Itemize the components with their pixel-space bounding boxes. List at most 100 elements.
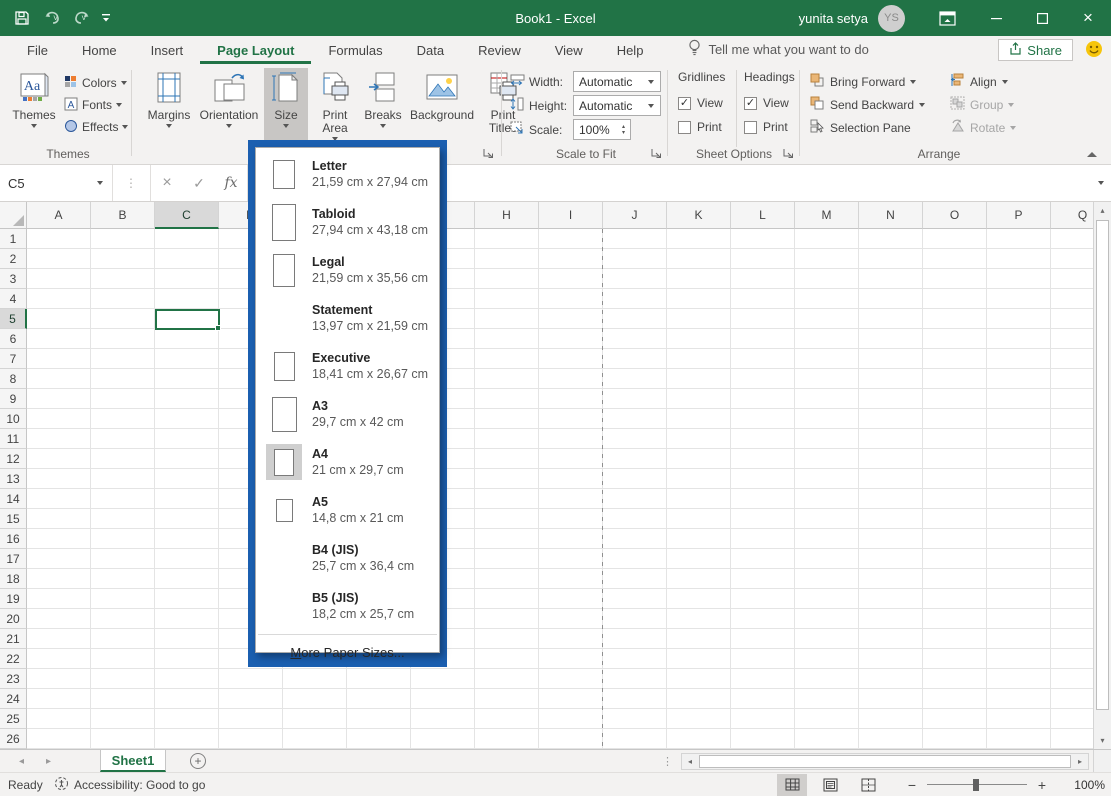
bring-forward-button[interactable]: Bring Forward bbox=[810, 70, 926, 93]
accessibility-status[interactable]: Accessibility: Good to go bbox=[54, 776, 205, 794]
tab-insert[interactable]: Insert bbox=[134, 38, 201, 64]
orientation-button[interactable]: Orientation bbox=[196, 68, 262, 146]
row-header-11[interactable]: 11 bbox=[0, 429, 27, 449]
expand-formula-bar-icon[interactable] bbox=[1091, 165, 1111, 201]
name-box[interactable]: C5 bbox=[0, 165, 113, 201]
column-header-L[interactable]: L bbox=[731, 202, 795, 229]
sheet-tab-sheet1[interactable]: Sheet1 bbox=[100, 750, 166, 772]
column-header-A[interactable]: A bbox=[27, 202, 91, 229]
user-avatar[interactable]: YS bbox=[878, 5, 905, 32]
row-header-16[interactable]: 16 bbox=[0, 529, 27, 549]
row-header-26[interactable]: 26 bbox=[0, 729, 27, 749]
group-button[interactable]: Group bbox=[950, 93, 1017, 116]
fonts-button[interactable]: A Fonts bbox=[64, 94, 129, 116]
zoom-percentage[interactable]: 100% bbox=[1059, 778, 1105, 792]
gridlines-print-checkbox[interactable]: Print bbox=[678, 115, 740, 139]
print-area-button[interactable]: Print Area bbox=[310, 68, 360, 146]
vertical-scrollbar[interactable]: ▴ ▾ bbox=[1093, 202, 1111, 749]
paper-size-item-tabloid[interactable]: Tabloid27,94 cm x 43,18 cm bbox=[256, 198, 439, 246]
close-button[interactable]: × bbox=[1065, 0, 1111, 36]
rotate-button[interactable]: Rotate bbox=[950, 116, 1017, 139]
headings-print-checkbox[interactable]: Print bbox=[744, 115, 806, 139]
colors-button[interactable]: Colors bbox=[64, 72, 129, 94]
paper-size-item-statement[interactable]: Statement13,97 cm x 21,59 cm bbox=[256, 294, 439, 342]
collapse-ribbon-icon[interactable] bbox=[1087, 152, 1097, 158]
undo-icon[interactable]: ˅ bbox=[44, 11, 58, 25]
row-header-15[interactable]: 15 bbox=[0, 509, 27, 529]
cells-area[interactable] bbox=[27, 229, 1093, 749]
row-header-9[interactable]: 9 bbox=[0, 389, 27, 409]
column-header-K[interactable]: K bbox=[667, 202, 731, 229]
tab-page-layout[interactable]: Page Layout bbox=[200, 38, 311, 64]
row-header-18[interactable]: 18 bbox=[0, 569, 27, 589]
fill-handle[interactable] bbox=[215, 325, 221, 331]
page-layout-view-button[interactable] bbox=[815, 774, 845, 796]
row-header-5[interactable]: 5 bbox=[0, 309, 27, 329]
minimize-button[interactable] bbox=[973, 0, 1019, 36]
paper-size-item-a4[interactable]: A421 cm x 29,7 cm bbox=[256, 438, 439, 486]
zoom-in-icon[interactable]: + bbox=[1031, 777, 1053, 793]
page-setup-dialog-launcher-icon[interactable] bbox=[483, 147, 496, 160]
margins-button[interactable]: Margins bbox=[144, 68, 194, 146]
scroll-up-icon[interactable]: ▴ bbox=[1094, 202, 1111, 219]
tab-data[interactable]: Data bbox=[400, 38, 461, 64]
paper-size-item-letter[interactable]: Letter21,59 cm x 27,94 cm bbox=[256, 150, 439, 198]
column-header-H[interactable]: H bbox=[475, 202, 539, 229]
zoom-out-icon[interactable]: − bbox=[901, 777, 923, 793]
scroll-right-icon[interactable]: ▸ bbox=[1072, 757, 1088, 766]
share-button[interactable]: Share bbox=[998, 39, 1073, 61]
horizontal-scroll-thumb[interactable] bbox=[699, 755, 1071, 768]
cancel-icon[interactable]: × bbox=[151, 174, 183, 192]
background-button[interactable]: Background bbox=[408, 68, 476, 146]
themes-button[interactable]: Aa Themes bbox=[10, 68, 58, 146]
formula-bar-grip-icon[interactable]: ⋮ bbox=[113, 165, 151, 201]
customize-quick-access-icon[interactable] bbox=[101, 13, 111, 23]
paper-size-item-b5-jis-[interactable]: B5 (JIS)18,2 cm x 25,7 cm bbox=[256, 582, 439, 630]
row-header-7[interactable]: 7 bbox=[0, 349, 27, 369]
horizontal-scrollbar[interactable]: ◂ ▸ bbox=[681, 753, 1089, 770]
row-header-2[interactable]: 2 bbox=[0, 249, 27, 269]
row-header-13[interactable]: 13 bbox=[0, 469, 27, 489]
select-all-corner[interactable] bbox=[0, 202, 27, 229]
zoom-slider[interactable] bbox=[927, 784, 1027, 785]
tab-view[interactable]: View bbox=[538, 38, 600, 64]
row-header-22[interactable]: 22 bbox=[0, 649, 27, 669]
enter-check-icon[interactable]: ✓ bbox=[183, 175, 215, 192]
effects-button[interactable]: Effects bbox=[64, 116, 129, 138]
scroll-down-icon[interactable]: ▾ bbox=[1094, 732, 1111, 749]
tell-me-box[interactable]: Tell me what you want to do bbox=[688, 39, 868, 64]
row-header-3[interactable]: 3 bbox=[0, 269, 27, 289]
maximize-button[interactable] bbox=[1019, 0, 1065, 36]
row-header-19[interactable]: 19 bbox=[0, 589, 27, 609]
height-dropdown[interactable]: Automatic bbox=[573, 95, 661, 116]
tab-formulas[interactable]: Formulas bbox=[311, 38, 399, 64]
sheet-nav-left-icon[interactable]: ◂ bbox=[19, 756, 24, 767]
row-header-1[interactable]: 1 bbox=[0, 229, 27, 249]
splitter-grip-icon[interactable]: ⋮ bbox=[662, 755, 673, 768]
row-header-20[interactable]: 20 bbox=[0, 609, 27, 629]
paper-size-item-executive[interactable]: Executive18,41 cm x 26,67 cm bbox=[256, 342, 439, 390]
ribbon-display-options-icon[interactable] bbox=[927, 0, 967, 36]
scroll-left-icon[interactable]: ◂ bbox=[682, 757, 698, 766]
breaks-button[interactable]: Breaks bbox=[360, 68, 406, 146]
row-header-6[interactable]: 6 bbox=[0, 329, 27, 349]
scale-spinner[interactable]: ▴▾ bbox=[622, 124, 625, 136]
sheet-options-dialog-launcher-icon[interactable] bbox=[783, 147, 796, 160]
zoom-slider-thumb[interactable] bbox=[973, 779, 979, 791]
tab-home[interactable]: Home bbox=[65, 38, 134, 64]
paper-size-item-b4-jis-[interactable]: B4 (JIS)25,7 cm x 36,4 cm bbox=[256, 534, 439, 582]
scale-to-fit-dialog-launcher-icon[interactable] bbox=[651, 147, 664, 160]
column-header-I[interactable]: I bbox=[539, 202, 603, 229]
column-header-P[interactable]: P bbox=[987, 202, 1051, 229]
column-header-N[interactable]: N bbox=[859, 202, 923, 229]
more-paper-sizes-item[interactable]: More Paper Sizes... bbox=[256, 639, 439, 665]
column-header-B[interactable]: B bbox=[91, 202, 155, 229]
row-header-24[interactable]: 24 bbox=[0, 689, 27, 709]
paper-size-item-a3[interactable]: A329,7 cm x 42 cm bbox=[256, 390, 439, 438]
user-name[interactable]: yunita setya bbox=[799, 11, 868, 26]
row-header-21[interactable]: 21 bbox=[0, 629, 27, 649]
insert-function-icon[interactable]: fx bbox=[215, 175, 247, 191]
normal-view-button[interactable] bbox=[777, 774, 807, 796]
row-header-10[interactable]: 10 bbox=[0, 409, 27, 429]
column-header-J[interactable]: J bbox=[603, 202, 667, 229]
